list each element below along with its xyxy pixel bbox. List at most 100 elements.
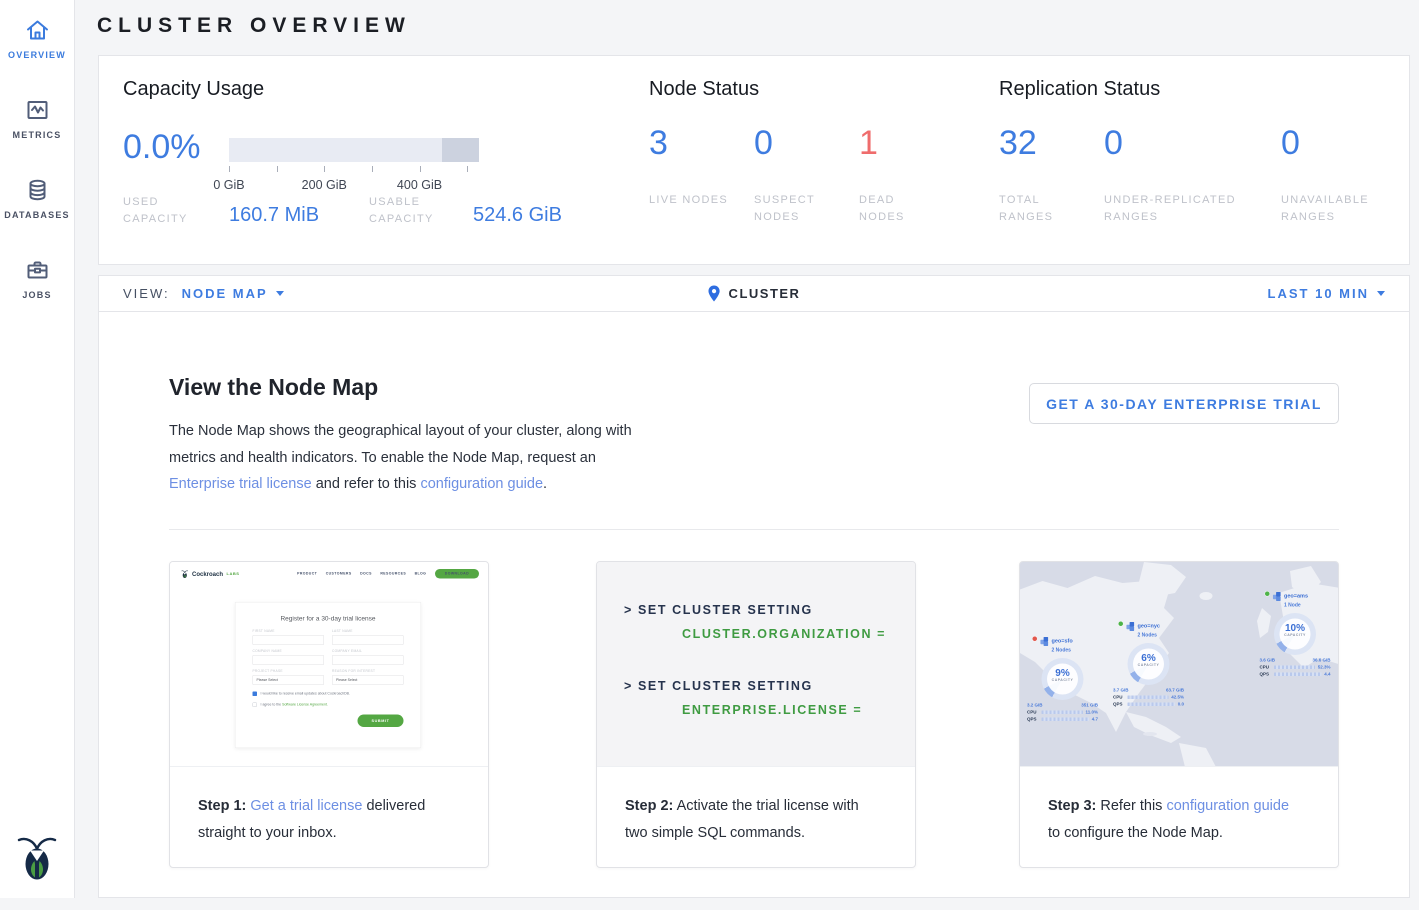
total-gib: 36.6 GiB — [1312, 658, 1330, 663]
cockroach-logo-icon[interactable] — [16, 833, 58, 886]
select-input: Please Select — [332, 675, 404, 685]
under-replicated-stat: 0 UNDER-REPLICATED RANGES — [1104, 122, 1281, 226]
sql-prompt-line: > SET CLUSTER SETTING — [624, 679, 915, 693]
enterprise-trial-button[interactable]: GET A 30-DAY ENTERPRISE TRIAL — [1029, 383, 1339, 424]
capacity-usage-title: Capacity Usage — [123, 78, 264, 101]
locality-nodes: 2 Nodes — [1052, 648, 1071, 654]
view-bar: VIEW: NODE MAP CLUSTER LAST 10 MIN — [98, 275, 1410, 312]
sidebar-item-databases[interactable]: DATABASES — [0, 160, 74, 240]
brand-name: Cockroach — [192, 570, 223, 577]
submit-button: SUBMIT — [358, 715, 404, 728]
nav-item: BLOG — [415, 572, 427, 576]
node-map-preview: geo=sfo 2 Nodes 9% CAPACITY 3.2 GiB 351 … — [1020, 562, 1338, 767]
replication-status-title: Replication Status — [999, 78, 1160, 101]
step-label: Step 3: — [1048, 798, 1096, 814]
under-replicated-value: 0 — [1104, 122, 1281, 164]
unavailable-ranges-stat: 0 UNAVAILABLE RANGES — [1281, 122, 1401, 226]
select-input: Please Select — [253, 675, 325, 685]
qps-value: 4.7 — [1092, 717, 1098, 722]
capacity-gauge — [229, 138, 479, 162]
cluster-breadcrumb: CLUSTER — [708, 285, 801, 302]
live-nodes-value: 3 — [649, 122, 754, 164]
configuration-guide-link[interactable]: configuration guide — [420, 476, 543, 492]
live-nodes-stat: 3 LIVE NODES — [649, 122, 754, 209]
sidebar-item-label: METRICS — [0, 130, 74, 140]
cpu-label: CPU — [1260, 665, 1272, 670]
trial-register-form: Register for a 30-day trial license FIRS… — [235, 602, 421, 748]
total-gib: 63.7 GiB — [1166, 688, 1184, 693]
text-input — [332, 635, 404, 645]
nav-item: RESOURCES — [380, 572, 406, 576]
description-text: The Node Map shows the geographical layo… — [169, 423, 632, 466]
capacity-percent: 6% — [1133, 653, 1164, 664]
configuration-guide-link[interactable]: configuration guide — [1166, 798, 1289, 814]
checkbox-checked-icon — [253, 692, 258, 697]
cluster-breadcrumb-label: CLUSTER — [729, 286, 801, 301]
cpu-value: 42.5% — [1171, 695, 1184, 700]
trial-site-nav: PRODUCT CUSTOMERS DOCS RESOURCES BLOG DO… — [297, 569, 479, 579]
enterprise-trial-license-link[interactable]: Enterprise trial license — [169, 476, 312, 492]
sidebar-item-overview[interactable]: OVERVIEW — [0, 0, 74, 80]
locality-sfo: geo=sfo 2 Nodes 9% CAPACITY 3.2 GiB 351 … — [1025, 636, 1100, 722]
jobs-icon — [24, 257, 51, 283]
get-trial-license-link[interactable]: Get a trial license — [250, 798, 362, 814]
text-input — [332, 655, 404, 665]
sidebar-item-metrics[interactable]: METRICS — [0, 80, 74, 160]
used-capacity-label: USED CAPACITY — [123, 194, 198, 228]
step-1-caption: Step 1: Get a trial license delivered st… — [170, 767, 470, 846]
dead-nodes-label: DEAD NODES — [859, 192, 939, 226]
view-selector-dropdown[interactable]: NODE MAP — [182, 286, 284, 301]
usable-capacity-value: 524.6 GiB — [473, 204, 562, 227]
status-dot-icon — [1265, 591, 1271, 597]
step-text: to configure the Node Map. — [1048, 825, 1223, 841]
cpu-sparkline — [1274, 665, 1315, 669]
capacity-donut: 6% CAPACITY — [1128, 643, 1170, 685]
sidebar-item-label: JOBS — [0, 290, 74, 300]
text-input — [253, 655, 325, 665]
qps-sparkline — [1274, 672, 1322, 676]
download-button: DOWNLOAD — [435, 569, 479, 579]
suspect-nodes-stat: 0 SUSPECT NODES — [754, 122, 859, 226]
field-label: COMPANY EMAIL — [332, 650, 404, 654]
suspect-nodes-value: 0 — [754, 122, 859, 164]
suspect-nodes-label: SUSPECT NODES — [754, 192, 834, 226]
cpu-label: CPU — [1113, 695, 1125, 700]
step-label: Step 1: — [198, 798, 246, 814]
caret-down-icon — [276, 291, 284, 296]
cluster-summary-panel: Capacity Usage 0.0% 0 GiB 200 GiB 400 Gi… — [98, 55, 1410, 265]
unavailable-ranges-value: 0 — [1281, 122, 1401, 164]
sidebar-item-jobs[interactable]: JOBS — [0, 240, 74, 320]
time-range-value: LAST 10 MIN — [1268, 286, 1369, 301]
cpu-sparkline — [1128, 695, 1169, 699]
step-label: Step 2: — [625, 798, 673, 814]
qps-sparkline — [1128, 702, 1176, 706]
tick-label-0: 0 GiB — [213, 178, 244, 192]
sql-prompt-line: > SET CLUSTER SETTING — [624, 603, 915, 617]
locality-name: geo=nyc — [1138, 623, 1160, 629]
capacity-donut: 9% CAPACITY — [1042, 658, 1084, 700]
capacity-gauge-segment — [442, 138, 480, 162]
sidebar-item-label: DATABASES — [0, 210, 74, 220]
metrics-icon — [24, 97, 51, 123]
view-label: VIEW: — [123, 286, 170, 301]
capacity-percent: 9% — [1047, 668, 1078, 679]
capacity-donut: 10% CAPACITY — [1274, 613, 1316, 655]
checkbox-label: I agree to the Software License Agreemen… — [261, 703, 328, 707]
locality-nodes: 2 Nodes — [1138, 633, 1157, 639]
sql-setting-line: CLUSTER.ORGANIZATION = — [682, 627, 915, 641]
view-selector-value: NODE MAP — [182, 286, 268, 301]
checkbox-label: I would like to receive email updates ab… — [261, 692, 350, 696]
nodes-cubes-icon — [1126, 621, 1135, 632]
dead-nodes-stat: 1 DEAD NODES — [859, 122, 964, 226]
tick-label-400: 400 GiB — [397, 178, 442, 192]
brand-suffix: LABS — [227, 572, 240, 577]
time-range-dropdown[interactable]: LAST 10 MIN — [1268, 286, 1385, 301]
form-title: Register for a 30-day trial license — [253, 615, 404, 623]
dead-nodes-value: 1 — [859, 122, 964, 164]
total-ranges-stat: 32 TOTAL RANGES — [999, 122, 1104, 226]
sql-commands-graphic: > SET CLUSTER SETTING CLUSTER.ORGANIZATI… — [597, 562, 915, 767]
cockroach-brand-icon — [181, 569, 189, 578]
locality-name: geo=ams — [1284, 593, 1308, 599]
description-text: . — [543, 476, 547, 492]
capacity-percent-value: 0.0% — [123, 128, 201, 167]
